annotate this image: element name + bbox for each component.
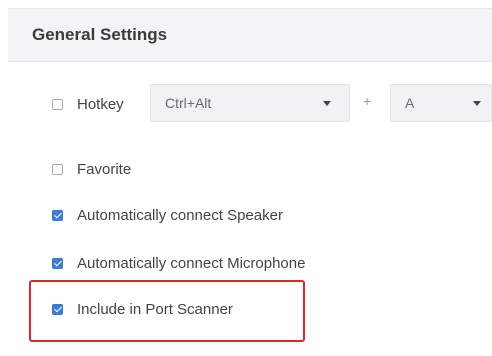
chevron-down-icon [323,101,331,106]
general-settings-panel: General Settings Hotkey Ctrl+Alt + A Fav… [0,0,492,356]
auto-connect-microphone-label: Automatically connect Microphone [77,254,306,272]
auto-connect-microphone-checkbox[interactable] [52,257,63,269]
hotkey-checkbox[interactable] [52,98,63,110]
auto-connect-microphone-option[interactable]: Automatically connect Microphone [52,251,305,275]
favorite-label: Favorite [77,160,132,178]
include-in-port-scanner-option[interactable]: Include in Port Scanner [52,297,233,321]
chevron-down-icon [473,101,481,106]
auto-connect-speaker-option[interactable]: Automatically connect Speaker [52,203,283,227]
hotkey-modifier-value: Ctrl+Alt [165,95,212,111]
favorite-checkbox[interactable] [52,163,63,175]
hotkey-option[interactable]: Hotkey [52,92,124,116]
panel-title: General Settings [32,25,168,44]
hotkey-plus-separator: + [363,93,372,109]
include-in-port-scanner-label: Include in Port Scanner [77,300,233,318]
favorite-option[interactable]: Favorite [52,157,131,181]
auto-connect-speaker-label: Automatically connect Speaker [77,206,283,224]
panel-header: General Settings [8,8,492,62]
hotkey-modifier-select[interactable]: Ctrl+Alt [150,84,350,122]
include-in-port-scanner-checkbox[interactable] [52,303,63,315]
hotkey-label: Hotkey [77,95,124,113]
hotkey-key-value: A [405,95,415,111]
auto-connect-speaker-checkbox[interactable] [52,209,63,221]
hotkey-key-select[interactable]: A [390,84,492,122]
